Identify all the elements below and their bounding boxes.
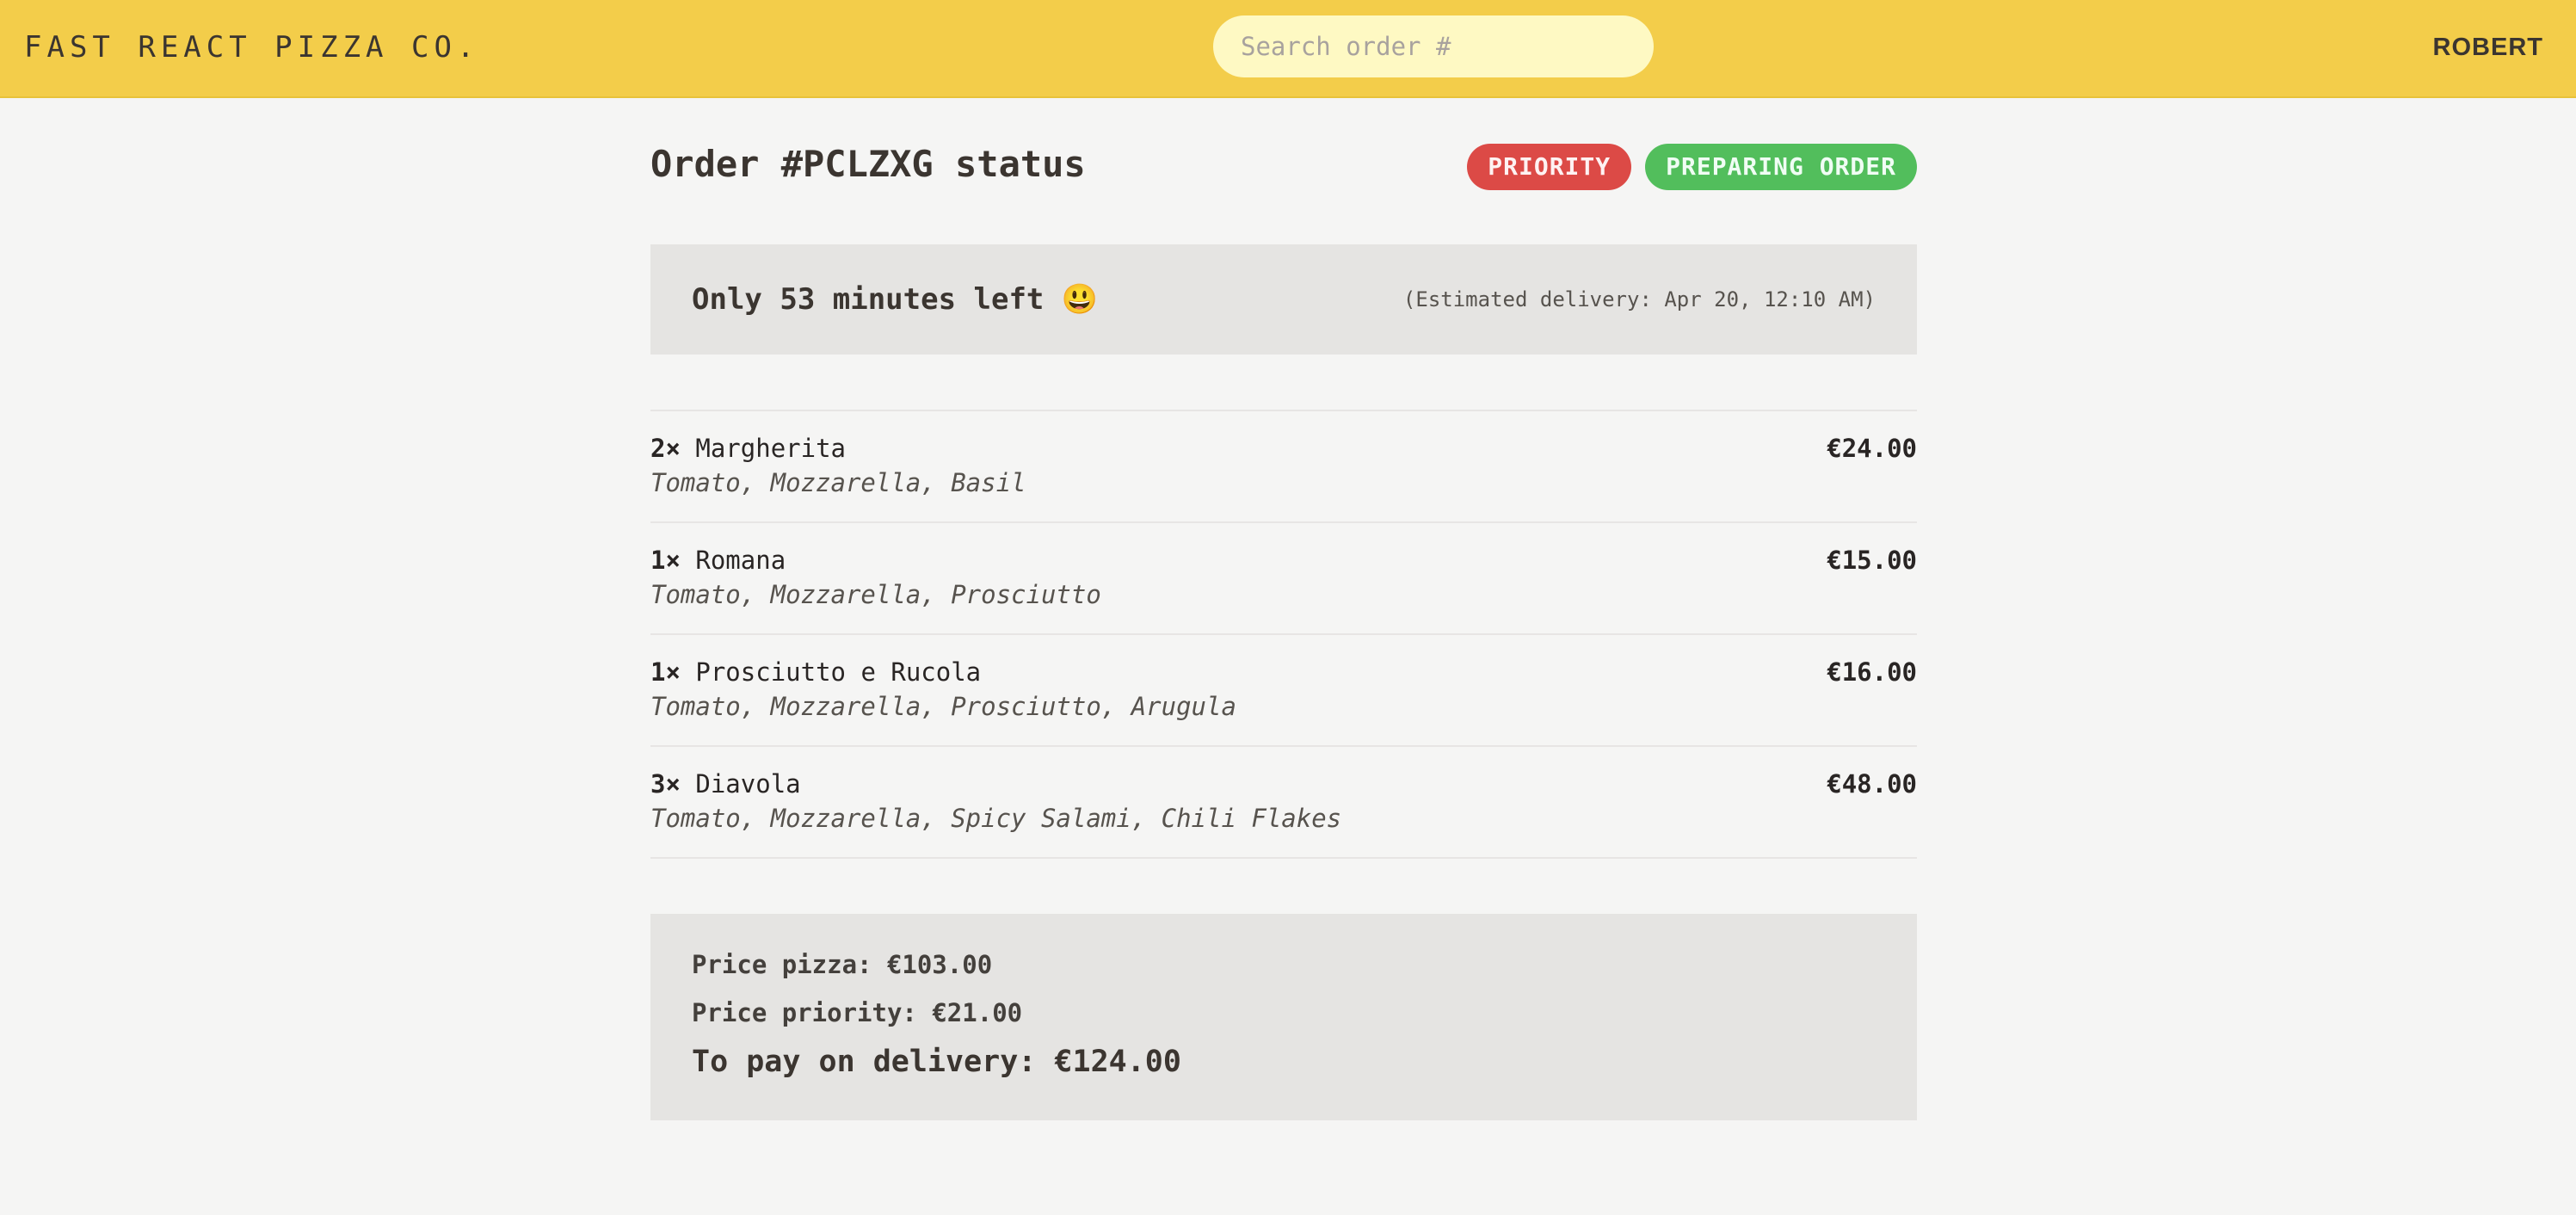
item-title: 1× Prosciutto e Rucola [650,657,981,687]
order-title-row: Order #PCLZXG status Priority Preparing … [650,98,1917,236]
list-item: 1× Romana €15.00 Tomato, Mozzarella, Pro… [650,523,1917,635]
item-title: 3× Diavola [650,769,801,799]
priority-badge: Priority [1467,144,1632,190]
item-price: €16.00 [1827,657,1917,687]
item-ingredients: Tomato, Mozzarella, Prosciutto [650,580,1101,609]
item-name: Romana [695,546,786,575]
app-header: Fast React Pizza Co. ROBERT [0,0,2576,98]
item-quantity: 3× [650,769,681,799]
order-status-badge: Preparing order [1645,144,1917,190]
item-title: 2× Margherita [650,434,846,463]
item-price: €15.00 [1827,546,1917,575]
item-ingredients: Tomato, Mozzarella, Basil [650,468,1026,497]
page-title: Order #PCLZXG status [650,143,1086,185]
list-item: 2× Margherita €24.00 Tomato, Mozzarella,… [650,411,1917,523]
item-name: Prosciutto e Rucola [695,657,982,687]
item-quantity: 1× [650,546,681,575]
item-ingredients: Tomato, Mozzarella, Prosciutto, Arugula [650,692,1236,721]
item-price: €48.00 [1827,769,1917,799]
logo-link[interactable]: Fast React Pizza Co. [24,0,479,95]
item-quantity: 2× [650,434,681,463]
item-name: Diavola [695,769,801,799]
order-page: Order #PCLZXG status Priority Preparing … [650,98,1917,1120]
time-remaining: Only 53 minutes left 😃 [692,282,1099,317]
list-item: 3× Diavola €48.00 Tomato, Mozzarella, Sp… [650,747,1917,859]
item-price: €24.00 [1827,434,1917,463]
item-title: 1× Romana [650,546,786,575]
order-items-list: 2× Margherita €24.00 Tomato, Mozzarella,… [650,410,1917,859]
search-order-input[interactable] [1213,15,1654,77]
total-to-pay: To pay on delivery: €124.00 [692,1045,1181,1079]
list-item: 1× Prosciutto e Rucola €16.00 Tomato, Mo… [650,635,1917,747]
item-ingredients: Tomato, Mozzarella, Spicy Salami, Chili … [650,804,1342,833]
estimated-delivery: (Estimated delivery: Apr 20, 12:10 AM) [1402,287,1876,311]
price-pizza: Price pizza: €103.00 [692,950,993,979]
username: ROBERT [2432,34,2543,61]
item-quantity: 1× [650,657,681,687]
status-badges: Priority Preparing order [1467,144,1917,190]
price-priority: Price priority: €21.00 [692,998,1023,1027]
price-summary-panel: Price pizza: €103.00 Price priority: €21… [650,914,1917,1120]
item-name: Margherita [695,434,846,463]
delivery-eta-panel: Only 53 minutes left 😃 (Estimated delive… [650,244,1917,355]
